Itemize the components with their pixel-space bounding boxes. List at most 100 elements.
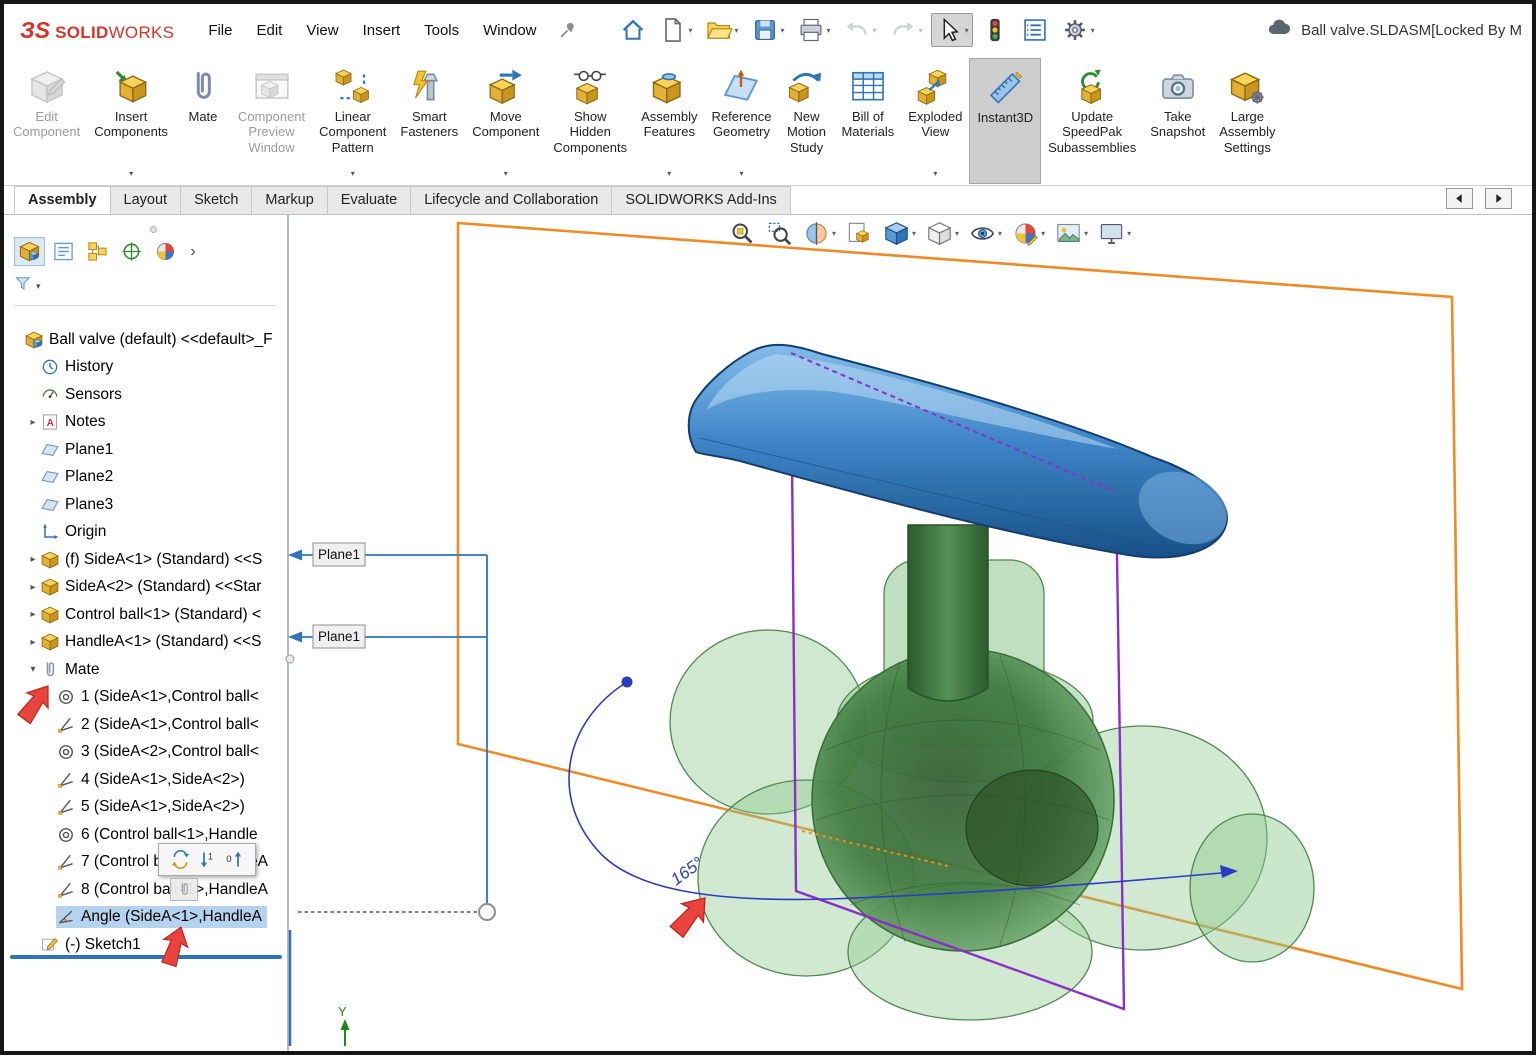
ribbon-exploded-view[interactable]: ExplodedView▾ bbox=[901, 58, 969, 184]
tree-item-sensors[interactable]: Sensors bbox=[4, 381, 287, 409]
qa-options-button[interactable]: ▾ bbox=[1057, 13, 1099, 47]
ribbon-show-hidden-components[interactable]: ShowHiddenComponents bbox=[546, 58, 634, 184]
apply-scene-icon bbox=[1055, 220, 1082, 247]
ribbon-assembly-features[interactable]: AssemblyFeatures▾ bbox=[634, 58, 704, 184]
expand-arrow[interactable]: ▸ bbox=[26, 609, 40, 620]
qa-select-button[interactable]: ▾ bbox=[931, 13, 973, 47]
tab-evaluate[interactable]: Evaluate bbox=[327, 186, 411, 214]
tree-item-angle-sidea-1-handlea[interactable]: Angle (SideA<1>,HandleA bbox=[4, 904, 287, 932]
ribbon-update-speedpak-subassemblies[interactable]: UpdateSpeedPakSubassemblies bbox=[1041, 58, 1143, 184]
hud-zoom-to-fit[interactable] bbox=[729, 220, 756, 247]
qa-new-document-button[interactable]: ▾ bbox=[655, 13, 697, 47]
panel-collapse-handle[interactable] bbox=[150, 226, 157, 233]
part-icon bbox=[40, 550, 60, 570]
tree-item-control-ball-1-standard[interactable]: ▸Control ball<1> (Standard) < bbox=[4, 601, 287, 629]
tree-item-mate[interactable]: ▾Mate bbox=[4, 656, 287, 684]
expand-arrow[interactable]: ▾ bbox=[26, 664, 40, 675]
pin-icon[interactable] bbox=[557, 19, 579, 41]
hud-edit-appearance[interactable]: ▾ bbox=[1012, 220, 1045, 247]
asm-icon bbox=[24, 330, 44, 350]
tree-item-f-sidea-1-standard-s[interactable]: ▸(f) SideA<1> (Standard) <<S bbox=[4, 546, 287, 574]
tree-item-sidea-2-standard-star[interactable]: ▸SideA<2> (Standard) <<Star bbox=[4, 574, 287, 602]
tab-strip-filler bbox=[790, 186, 1446, 214]
menu-edit[interactable]: Edit bbox=[256, 22, 282, 39]
menu-insert[interactable]: Insert bbox=[363, 22, 401, 39]
panel-tab-configurationmanager[interactable] bbox=[82, 237, 113, 266]
tree-item-plane2[interactable]: Plane2 bbox=[4, 464, 287, 492]
tree-item-1-sidea-1-control-ball[interactable]: 1 (SideA<1>,Control ball< bbox=[4, 684, 287, 712]
ribbon-button-label: SmartFasteners bbox=[400, 109, 458, 140]
popup-flip-mate-alignment-button[interactable] bbox=[170, 849, 191, 870]
ribbon-linear-component-pattern[interactable]: LinearComponentPattern▾ bbox=[312, 58, 393, 184]
tab-layout[interactable]: Layout bbox=[110, 186, 182, 214]
rollback-bar[interactable] bbox=[10, 955, 282, 959]
ribbon-instant3d[interactable]: Instant3D bbox=[969, 58, 1041, 184]
tree-item-5-sidea-1-sidea-2[interactable]: 5 (SideA<1>,SideA<2>) bbox=[4, 794, 287, 822]
menu-tools[interactable]: Tools bbox=[424, 22, 459, 39]
ribbon-bill-of-materials[interactable]: Bill ofMaterials bbox=[834, 58, 901, 184]
panel-tab-propertymanager[interactable] bbox=[48, 237, 79, 266]
expand-arrow[interactable]: ▸ bbox=[26, 554, 40, 565]
pane-previous-button[interactable] bbox=[1446, 188, 1473, 209]
pane-next-button[interactable] bbox=[1485, 188, 1512, 209]
hud-view-settings[interactable]: ▾ bbox=[1098, 220, 1131, 247]
ribbon-reference-geometry[interactable]: ReferenceGeometry▾ bbox=[704, 58, 778, 184]
tree-item-plane1[interactable]: Plane1 bbox=[4, 436, 287, 464]
menu-file[interactable]: File bbox=[208, 22, 232, 39]
qa-traffic-light-button[interactable] bbox=[977, 13, 1013, 47]
popup-isolate-button[interactable]: 1 bbox=[197, 849, 218, 870]
edit-component-icon bbox=[28, 65, 66, 109]
ribbon-mate[interactable]: Mate bbox=[175, 58, 231, 184]
qa-options-list-button[interactable] bbox=[1017, 13, 1053, 47]
view-settings-icon bbox=[1098, 220, 1125, 247]
tab-lifecycle-and-collaboration[interactable]: Lifecycle and Collaboration bbox=[410, 186, 612, 214]
tree-item-3-sidea-2-control-ball[interactable]: 3 (SideA<2>,Control ball< bbox=[4, 739, 287, 767]
ribbon-insert-components[interactable]: InsertComponents▾ bbox=[87, 58, 175, 184]
qa-home-button[interactable] bbox=[615, 13, 651, 47]
tree-item-2-sidea-1-control-ball[interactable]: 2 (SideA<1>,Control ball< bbox=[4, 711, 287, 739]
tree-item-8-control-ball-1-handlea[interactable]: 8 (Control ball<1>,HandleA bbox=[4, 876, 287, 904]
tree-item-handlea-1-standard-s[interactable]: ▸HandleA<1> (Standard) <<S bbox=[4, 629, 287, 657]
hud-apply-scene[interactable]: ▾ bbox=[1055, 220, 1088, 247]
hud-3d-drawing-view[interactable] bbox=[846, 220, 873, 247]
expand-arrow[interactable]: ▸ bbox=[26, 637, 40, 648]
tree-item-notes[interactable]: ▸ANotes bbox=[4, 409, 287, 437]
ribbon-smart-fasteners[interactable]: SmartFasteners bbox=[393, 58, 465, 184]
hud-section-view[interactable]: ▾ bbox=[803, 220, 836, 247]
tab-solidworks-add-ins[interactable]: SOLIDWORKS Add-Ins bbox=[611, 186, 791, 214]
update-speedpak-icon bbox=[1073, 65, 1111, 109]
panel-tab-dimxpertmanager[interactable] bbox=[116, 237, 147, 266]
hud-hide-show-items[interactable]: ▾ bbox=[969, 220, 1002, 247]
tree-item-history[interactable]: History bbox=[4, 354, 287, 382]
ribbon-large-assembly-settings[interactable]: LargeAssemblySettings bbox=[1212, 58, 1282, 184]
tab-markup[interactable]: Markup bbox=[251, 186, 327, 214]
section-view-icon bbox=[803, 220, 830, 247]
hud-display-style[interactable]: ▾ bbox=[926, 220, 959, 247]
tab-assembly[interactable]: Assembly bbox=[14, 186, 111, 214]
ribbon-move-component[interactable]: MoveComponent▾ bbox=[465, 58, 546, 184]
popup-suppress-button[interactable]: 0 bbox=[224, 849, 245, 870]
qa-save-button[interactable]: ▾ bbox=[747, 13, 789, 47]
menu-view[interactable]: View bbox=[306, 22, 338, 39]
tree-item-ball-valve-default-default-f[interactable]: Ball valve (default) <<default>_F bbox=[4, 326, 287, 354]
panel-tabs-overflow[interactable]: › bbox=[184, 237, 202, 266]
tree-item-plane3[interactable]: Plane3 bbox=[4, 491, 287, 519]
tree-item-content: 4 (SideA<1>,SideA<2>) bbox=[56, 769, 250, 791]
qa-open-button[interactable]: ▾ bbox=[701, 13, 743, 47]
tree-filter[interactable]: ▾ bbox=[14, 274, 276, 306]
expand-arrow[interactable]: ▸ bbox=[26, 582, 40, 593]
ribbon-take-snapshot[interactable]: TakeSnapshot bbox=[1143, 58, 1212, 184]
graphics-viewport[interactable]: ▾ ▾ ▾ ▾ ▾ ▾ ▾ bbox=[289, 215, 1532, 1051]
panel-tab-featuremanager[interactable] bbox=[14, 237, 45, 266]
ribbon-new-motion-study[interactable]: NewMotionStudy bbox=[778, 58, 834, 184]
tree-item-content: Plane1 bbox=[40, 439, 118, 461]
menu-window[interactable]: Window bbox=[483, 22, 536, 39]
tree-item-4-sidea-1-sidea-2[interactable]: 4 (SideA<1>,SideA<2>) bbox=[4, 766, 287, 794]
tree-item-origin[interactable]: Origin bbox=[4, 519, 287, 547]
tab-sketch[interactable]: Sketch bbox=[180, 186, 252, 214]
hud-view-orientation[interactable]: ▾ bbox=[883, 220, 916, 247]
expand-arrow[interactable]: ▸ bbox=[26, 417, 40, 428]
hud-zoom-to-area[interactable] bbox=[766, 220, 793, 247]
panel-tab-displaymanager[interactable] bbox=[150, 237, 181, 266]
qa-print-button[interactable]: ▾ bbox=[793, 13, 835, 47]
